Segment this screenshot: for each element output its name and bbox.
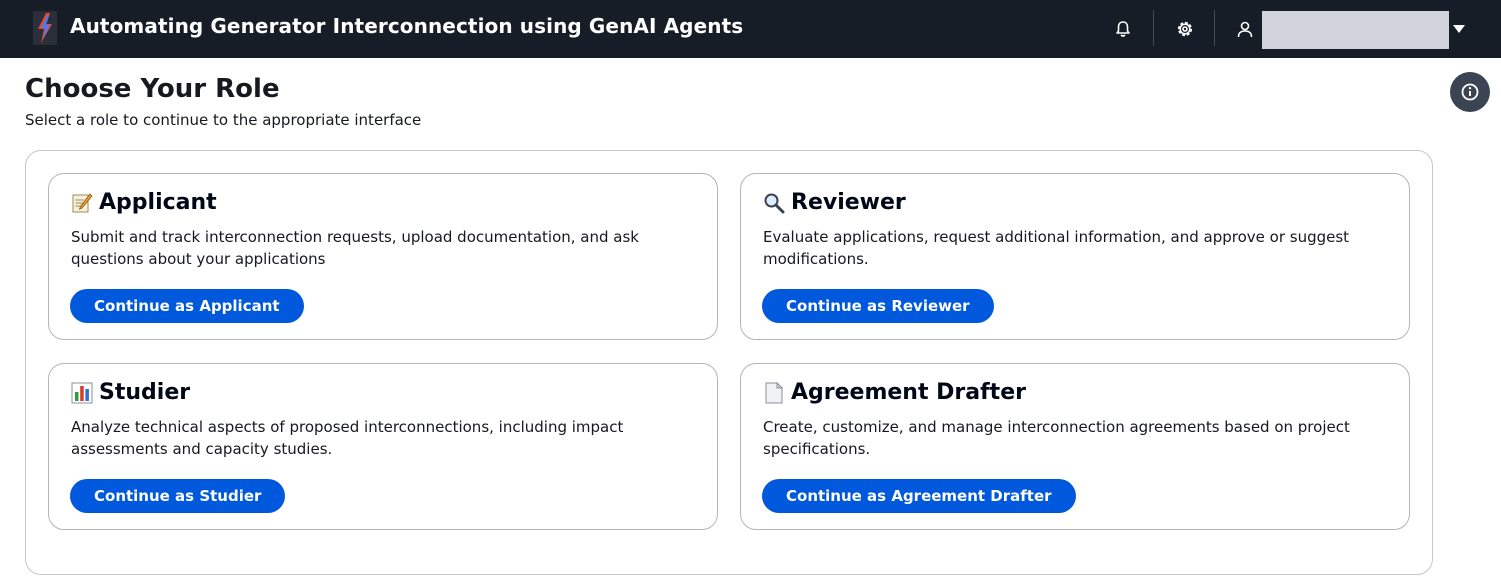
caret-down-icon[interactable]: [1452, 22, 1466, 36]
document-icon: [765, 381, 784, 403]
continue-as-agreement-drafter-button[interactable]: Continue as Agreement Drafter: [762, 479, 1076, 513]
settings-button[interactable]: [1170, 14, 1200, 44]
card-heading: Studier: [71, 380, 190, 405]
magnifier-icon: [764, 193, 785, 213]
card-title: Reviewer: [791, 190, 906, 215]
card-title: Studier: [99, 380, 191, 405]
info-icon: [1461, 83, 1479, 101]
card-description: Analyze technical aspects of proposed in…: [71, 418, 624, 458]
user-profile-button[interactable]: [1230, 14, 1260, 44]
card-title: Agreement Drafter: [791, 380, 1026, 405]
page-title: Choose Your Role: [25, 74, 280, 104]
top-navigation-bar: Automating Generator Interconnection usi…: [0, 0, 1501, 58]
info-button[interactable]: [1450, 72, 1490, 112]
lightning-logo-icon[interactable]: [32, 10, 58, 46]
card-description: Create, customize, and manage interconne…: [763, 418, 1350, 458]
divider: [1153, 10, 1154, 46]
user-name-redacted[interactable]: [1262, 11, 1449, 49]
user-icon: [1237, 21, 1253, 38]
gear-icon: [1177, 21, 1193, 37]
bar-chart-icon: [71, 382, 93, 403]
card-description: Evaluate applications, request additiona…: [763, 228, 1350, 268]
role-selection-container: Applicant Submit and track interconnecti…: [25, 150, 1433, 575]
role-card-reviewer: Reviewer Evaluate applications, request …: [740, 173, 1410, 340]
continue-as-reviewer-button[interactable]: Continue as Reviewer: [762, 289, 994, 323]
divider: [1214, 10, 1215, 46]
card-description: Submit and track interconnection request…: [71, 228, 639, 268]
card-heading: Reviewer: [763, 190, 906, 215]
role-card-studier: Studier Analyze technical aspects of pro…: [48, 363, 718, 530]
continue-as-applicant-button[interactable]: Continue as Applicant: [70, 289, 304, 323]
role-card-agreement-drafter: Agreement Drafter Create, customize, and…: [740, 363, 1410, 530]
role-card-applicant: Applicant Submit and track interconnecti…: [48, 173, 718, 340]
bell-icon: [1116, 21, 1130, 37]
notifications-button[interactable]: [1108, 14, 1138, 44]
card-heading: Applicant: [71, 190, 217, 215]
card-title: Applicant: [99, 190, 217, 215]
card-heading: Agreement Drafter: [763, 380, 1026, 405]
memo-icon: [72, 192, 93, 212]
continue-as-studier-button[interactable]: Continue as Studier: [70, 479, 286, 513]
page-subtitle: Select a role to continue to the appropr…: [25, 111, 422, 129]
app-title[interactable]: Automating Generator Interconnection usi…: [70, 14, 743, 38]
